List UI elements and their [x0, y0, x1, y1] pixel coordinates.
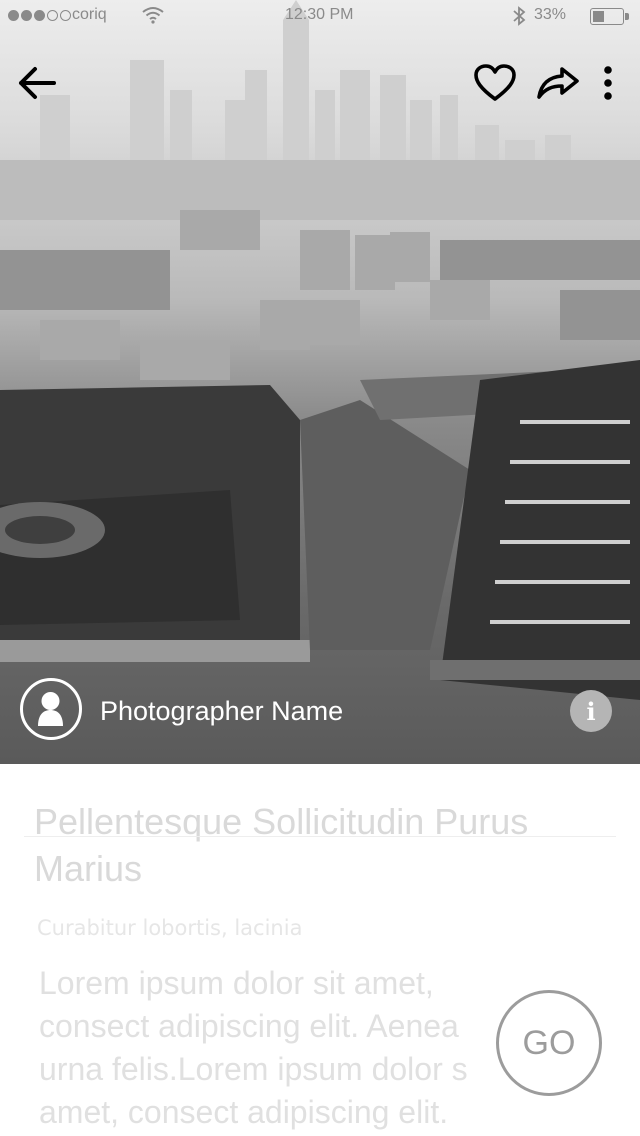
- favorite-button[interactable]: [472, 60, 518, 106]
- user-silhouette-icon: [38, 692, 63, 726]
- battery-icon: [590, 8, 629, 25]
- status-time: 12:30 PM: [285, 6, 354, 23]
- share-button[interactable]: [534, 60, 582, 106]
- photographer-name[interactable]: Photographer Name: [100, 696, 343, 727]
- title-divider: [24, 836, 616, 837]
- go-button-label: GO: [522, 1023, 576, 1062]
- wifi-icon: [142, 6, 164, 29]
- signal-dot: [34, 10, 45, 21]
- body-line: amet, consect adipiscing elit.: [39, 1094, 449, 1130]
- battery-nub: [625, 13, 629, 20]
- article-content: Pellentesque Sollicitudin Purus Marius C…: [0, 764, 640, 1136]
- more-vertical-icon: [604, 66, 612, 100]
- article-title: Pellentesque Sollicitudin Purus Marius: [34, 801, 529, 889]
- body-line: consect adipiscing elit. Aenea: [39, 1008, 459, 1044]
- more-options-button[interactable]: [592, 60, 624, 106]
- avatar[interactable]: [20, 678, 82, 740]
- bluetooth-icon: [512, 6, 526, 31]
- carrier-name: coriq: [72, 6, 107, 23]
- signal-dot: [47, 10, 58, 21]
- body-line: Lorem ipsum dolor sit amet,: [39, 965, 434, 1001]
- go-button[interactable]: GO: [496, 990, 602, 1096]
- photographer-bar: Photographer Name i: [0, 664, 640, 764]
- article-body: Lorem ipsum dolor sit amet, consect adip…: [39, 962, 549, 1134]
- info-icon: i: [586, 696, 596, 726]
- info-button[interactable]: i: [570, 690, 612, 732]
- signal-dot: [21, 10, 32, 21]
- heart-icon: [474, 64, 516, 101]
- back-button[interactable]: [14, 60, 60, 106]
- hero-photo: [0, 0, 640, 764]
- signal-dot: [60, 10, 71, 21]
- share-icon: [537, 67, 579, 99]
- body-line: urna felis.Lorem ipsum dolor s: [39, 1051, 468, 1087]
- battery-level-fill: [593, 11, 604, 22]
- city-aerial-image: [0, 0, 640, 700]
- signal-strength-indicator: [8, 10, 71, 21]
- article-subtitle: Curabitur lobortis, lacinia: [37, 916, 303, 940]
- signal-dot: [8, 10, 19, 21]
- battery-percentage: 33%: [534, 6, 567, 23]
- status-bar: coriq 12:30 PM 33%: [0, 0, 640, 32]
- back-arrow-icon: [19, 67, 56, 99]
